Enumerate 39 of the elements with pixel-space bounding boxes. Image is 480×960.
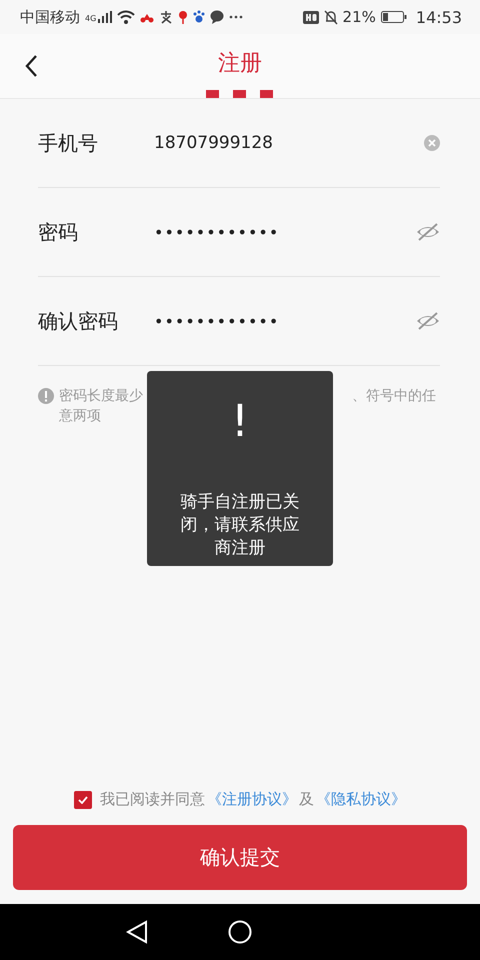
agreement-text: 及 bbox=[299, 790, 314, 809]
hint-text: 、符号中的任 bbox=[352, 387, 436, 406]
battery-icon bbox=[380, 11, 407, 23]
exclamation-icon: ! bbox=[231, 397, 249, 447]
step-mark bbox=[233, 90, 246, 98]
hint-text: 意两项 bbox=[59, 407, 101, 426]
map-pin-icon bbox=[178, 10, 188, 24]
step-mark bbox=[260, 90, 273, 98]
eye-slash-icon[interactable] bbox=[416, 223, 440, 241]
page-title: 注册 bbox=[218, 50, 262, 78]
input-field[interactable]: •••••••••••• bbox=[154, 312, 416, 330]
input-field[interactable]: 18707999128 bbox=[154, 133, 424, 153]
field-label: 确认密码 bbox=[38, 308, 119, 334]
battery-percent: 21% bbox=[342, 8, 376, 26]
wifi-icon bbox=[117, 10, 136, 24]
pay-icon bbox=[159, 10, 174, 24]
warning-icon bbox=[38, 388, 54, 404]
eye-slash-icon[interactable] bbox=[416, 312, 440, 330]
more-icon bbox=[229, 15, 244, 19]
carrier-name: 中国移动 bbox=[20, 8, 80, 26]
hd-icon bbox=[302, 10, 319, 24]
input-field[interactable]: •••••••••••• bbox=[154, 222, 416, 242]
field-label: 手机号 bbox=[38, 130, 99, 156]
field-label: 密码 bbox=[38, 218, 79, 246]
step-mark bbox=[206, 90, 219, 98]
paw-icon bbox=[193, 10, 206, 24]
signal-icon bbox=[98, 11, 112, 23]
clock-time: 14:53 bbox=[416, 8, 462, 26]
home-icon[interactable] bbox=[228, 920, 252, 944]
network-type: 4G bbox=[85, 14, 96, 22]
checkbox[interactable] bbox=[74, 790, 92, 808]
back-icon[interactable] bbox=[24, 54, 38, 78]
agreement-text: 我已阅读并同意 bbox=[100, 790, 205, 809]
bell-off-icon bbox=[324, 10, 338, 24]
hint-text: 密码长度最少 bbox=[59, 387, 143, 406]
toast-message: 骑手自注册已关闭，请联系供应商注册 bbox=[180, 491, 300, 560]
chat-icon bbox=[210, 10, 224, 24]
submit-button[interactable]: 确认提交 bbox=[13, 825, 467, 890]
check-icon bbox=[78, 796, 88, 804]
